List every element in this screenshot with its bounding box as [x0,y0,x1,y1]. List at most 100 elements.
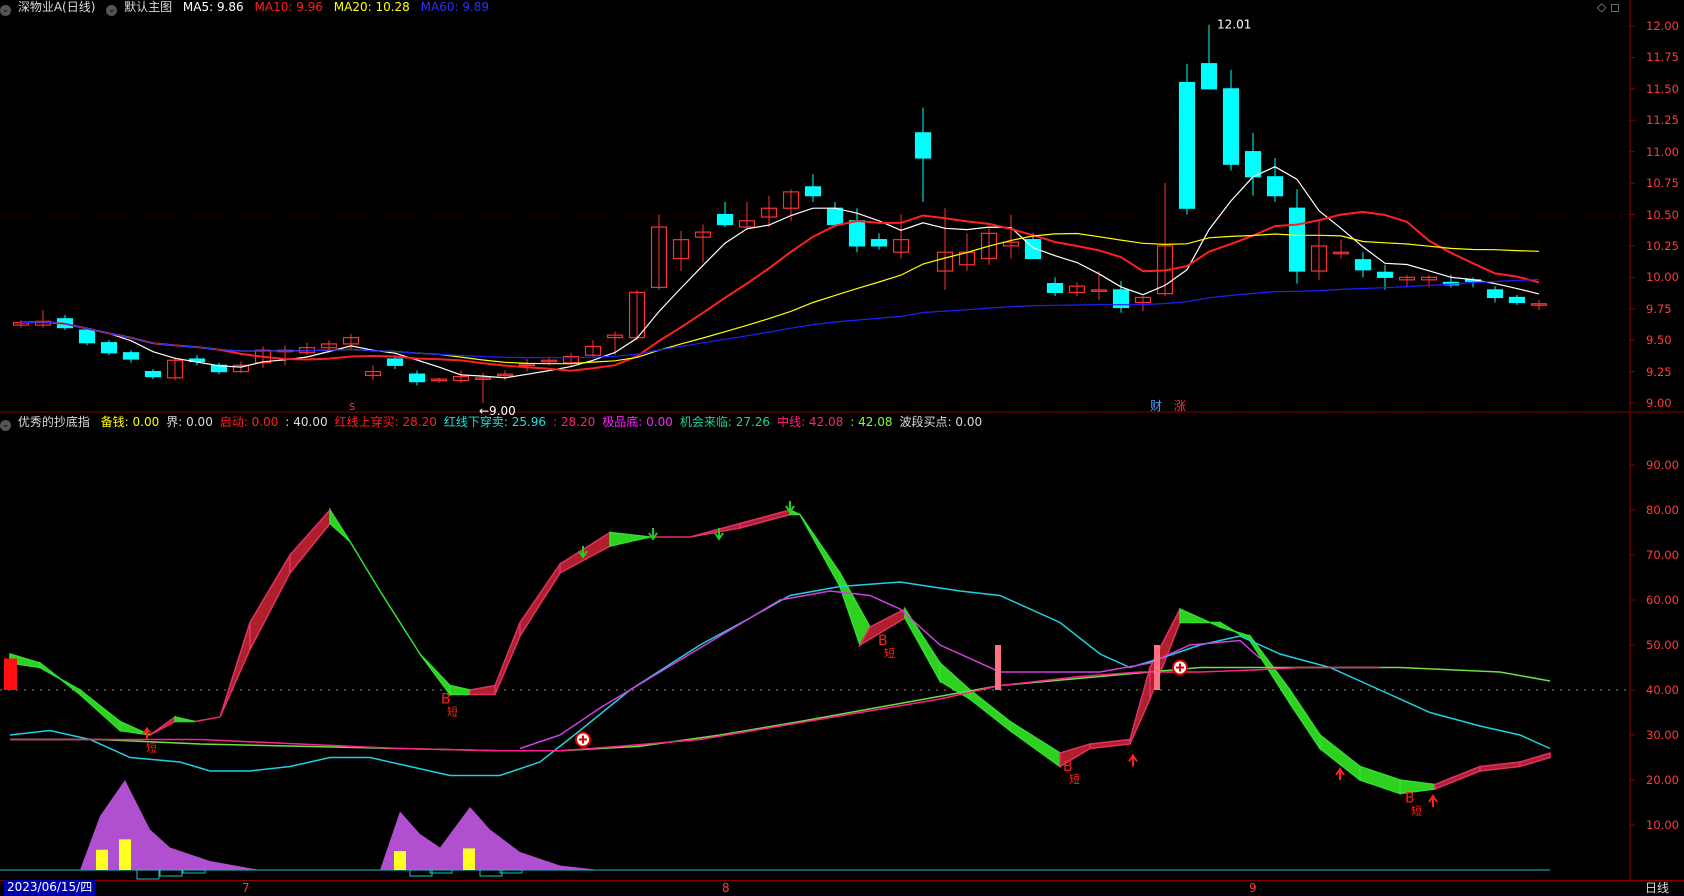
indicator-tick-label: 30.00 [1646,728,1679,742]
period-label[interactable]: 日线 [1645,881,1669,895]
indicator-value: : 28.20 [553,415,596,429]
template-name[interactable]: 默认主图 [124,0,172,14]
candle-down [408,373,426,383]
short-marker: 短 [1069,772,1080,786]
candle-down [1508,296,1526,304]
yellow-bar [394,851,406,870]
ma5-line [20,166,1540,379]
pink-signal-marker [1154,645,1160,690]
yellow-bar [463,848,475,870]
short-marker: 短 [447,705,458,719]
price-tick-label: 11.50 [1646,81,1679,96]
price-tick-label: 11.25 [1646,113,1679,128]
candle-down [386,358,404,366]
cyan-bar [499,869,523,874]
candle-down [78,329,96,344]
indicator-panel: B短B短B短B短短 [0,501,1630,880]
indicator-toggle-icon[interactable]: ⌄ [0,420,11,431]
ma60-value: MA60: 9.89 [420,0,490,14]
candle-down [1376,271,1394,278]
band-fall-segment [449,684,471,696]
indicator-name[interactable]: 优秀的抄底指 [18,415,90,429]
band-fall-segment [1359,765,1401,795]
event-marker-zhang: 涨 [1174,398,1186,413]
price-tick-label: 10.00 [1646,270,1679,285]
band-rise-segment [739,509,791,529]
short-marker: 短 [146,741,157,755]
indicator-tick-label: 40.00 [1646,683,1679,697]
band-rise-segment [494,622,521,695]
indicator-tick-label: 20.00 [1646,773,1679,787]
band-fall-segment [1009,720,1061,768]
band-rise-segment [469,684,496,696]
price-tick-label: 9.25 [1646,364,1672,379]
candle-down [1486,289,1504,299]
red-signal-marker [4,658,17,690]
cyan-bar [136,869,160,880]
indicator-tick-label: 80.00 [1646,503,1679,517]
band-fall-segment [174,716,196,723]
yellow-bar [96,849,108,870]
indicator-value: 备钱: 0.00 [100,415,160,429]
candle-down [100,342,118,354]
band-rise-segment [689,522,741,538]
band-rise-segment [149,715,176,736]
indicator-value: : 40.00 [285,415,328,429]
candle-down [1266,176,1284,197]
indicator-header: ⌄ 优秀的抄底指 备钱: 0.00 界: 0.00 启动: 0.00: 40.00 红… [0,415,989,431]
band-fall-segment [349,541,381,592]
band-fall-segment [1289,687,1321,751]
kline-chart[interactable]: 12.01←9.00 财涨s B短B短B短B短短 [0,0,1684,880]
date-badge: 2023/06/15/四 [4,880,96,895]
indicator-tick-label: 60.00 [1646,593,1679,607]
band-fall-segment [379,590,421,655]
candle-down [826,207,844,226]
indicator-value: 中线: 42.08 [777,415,844,429]
price-tick-label: 10.75 [1646,176,1679,191]
toggle-circle-icon[interactable]: ⌄ [0,5,11,16]
band-rise-segment [194,716,221,723]
band-fall-segment [119,720,151,736]
candlestick-series [12,24,1548,403]
band-fall-segment [1179,607,1221,629]
band-fall-segment [419,653,451,697]
price-tick-label: 9.75 [1646,301,1672,316]
indicator-value: 红线上穿买: 28.20 [334,415,437,429]
month-label: 7 [242,881,250,895]
band-fall-segment [79,688,121,733]
candle-down [716,213,734,226]
month-label: 8 [722,881,730,895]
stock-name: 深物业A(日线) [17,0,96,14]
candle-down [870,239,888,247]
candle-down [914,132,932,159]
cyan-bar [159,869,183,877]
band-rise-segment [289,508,331,576]
indicator-value: 界: 0.00 [166,415,213,429]
event-marker-cai: 财 [1150,399,1162,413]
cyan-bar [182,869,206,874]
time-axis [0,880,1684,896]
indicator-tick-label: 10.00 [1646,818,1679,832]
candle-down [804,186,822,197]
price-header: ⌄ 深物业A(日线) ⌄ 默认主图 MA5: 9.86 MA10: 9.96 M… [0,0,496,16]
indicator-value: 红线下穿卖: 25.96 [443,415,547,429]
band-fall-segment [969,688,1011,733]
high-price-label: 12.01 [1217,18,1251,32]
short-marker: 短 [884,646,895,660]
band-fall-segment [799,514,841,590]
band-rise-segment [219,622,251,718]
indicator-value: 机会来临: 27.26 [679,415,771,429]
band-rise-segment [1519,751,1551,768]
purple-hill [380,807,600,870]
cyan-bar [429,869,453,874]
band-rise-segment [249,552,291,650]
price-tick-label: 12.00 [1646,19,1679,33]
indicator-tick-label: 90.00 [1646,458,1679,472]
candle-down [1222,88,1240,165]
indicator-tick-label: 70.00 [1646,548,1679,562]
band-rise-segment [1434,765,1481,791]
ma10-value: MA10: 9.96 [254,0,323,14]
cyan-bar [479,869,503,877]
band-rise-segment [1089,738,1131,750]
panel-controls[interactable]: ◇ ◻ [1597,0,1620,14]
